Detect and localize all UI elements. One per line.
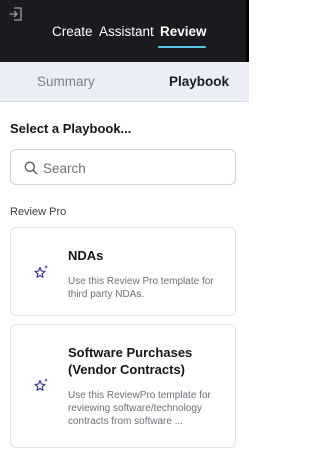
top-nav-bar: Create Assistant Review xyxy=(0,0,249,62)
card-description: Use this ReviewPro template for reviewin… xyxy=(68,390,211,427)
search-box[interactable] xyxy=(10,149,236,185)
playbook-card-software-purchases[interactable]: Software Purchases (Vendor Contracts) Us… xyxy=(10,324,236,448)
page-heading: Select a Playbook... xyxy=(10,121,132,136)
tab-review[interactable]: Review xyxy=(160,24,207,39)
section-label: Review Pro xyxy=(10,206,67,218)
subtab-playbook[interactable]: Playbook xyxy=(169,74,229,89)
subtab-bar: Summary Playbook xyxy=(0,62,249,102)
search-icon xyxy=(24,161,38,175)
playbook-card-ndas[interactable]: NDAs Use this Review Pro template for th… xyxy=(10,227,236,316)
active-tab-indicator xyxy=(158,46,206,48)
tab-create[interactable]: Create xyxy=(52,24,93,39)
card-description: Use this Review Pro template for third p… xyxy=(68,276,214,300)
search-input[interactable] xyxy=(43,159,223,177)
exit-icon[interactable] xyxy=(8,6,24,22)
sparkle-star-icon xyxy=(34,265,48,278)
card-title: Software Purchases (Vendor Contracts) xyxy=(68,345,193,377)
sparkle-star-icon xyxy=(34,378,48,391)
window-edge xyxy=(246,0,249,62)
card-title: NDAs xyxy=(68,248,104,263)
subtab-summary[interactable]: Summary xyxy=(37,74,95,89)
tab-assistant[interactable]: Assistant xyxy=(99,24,154,39)
